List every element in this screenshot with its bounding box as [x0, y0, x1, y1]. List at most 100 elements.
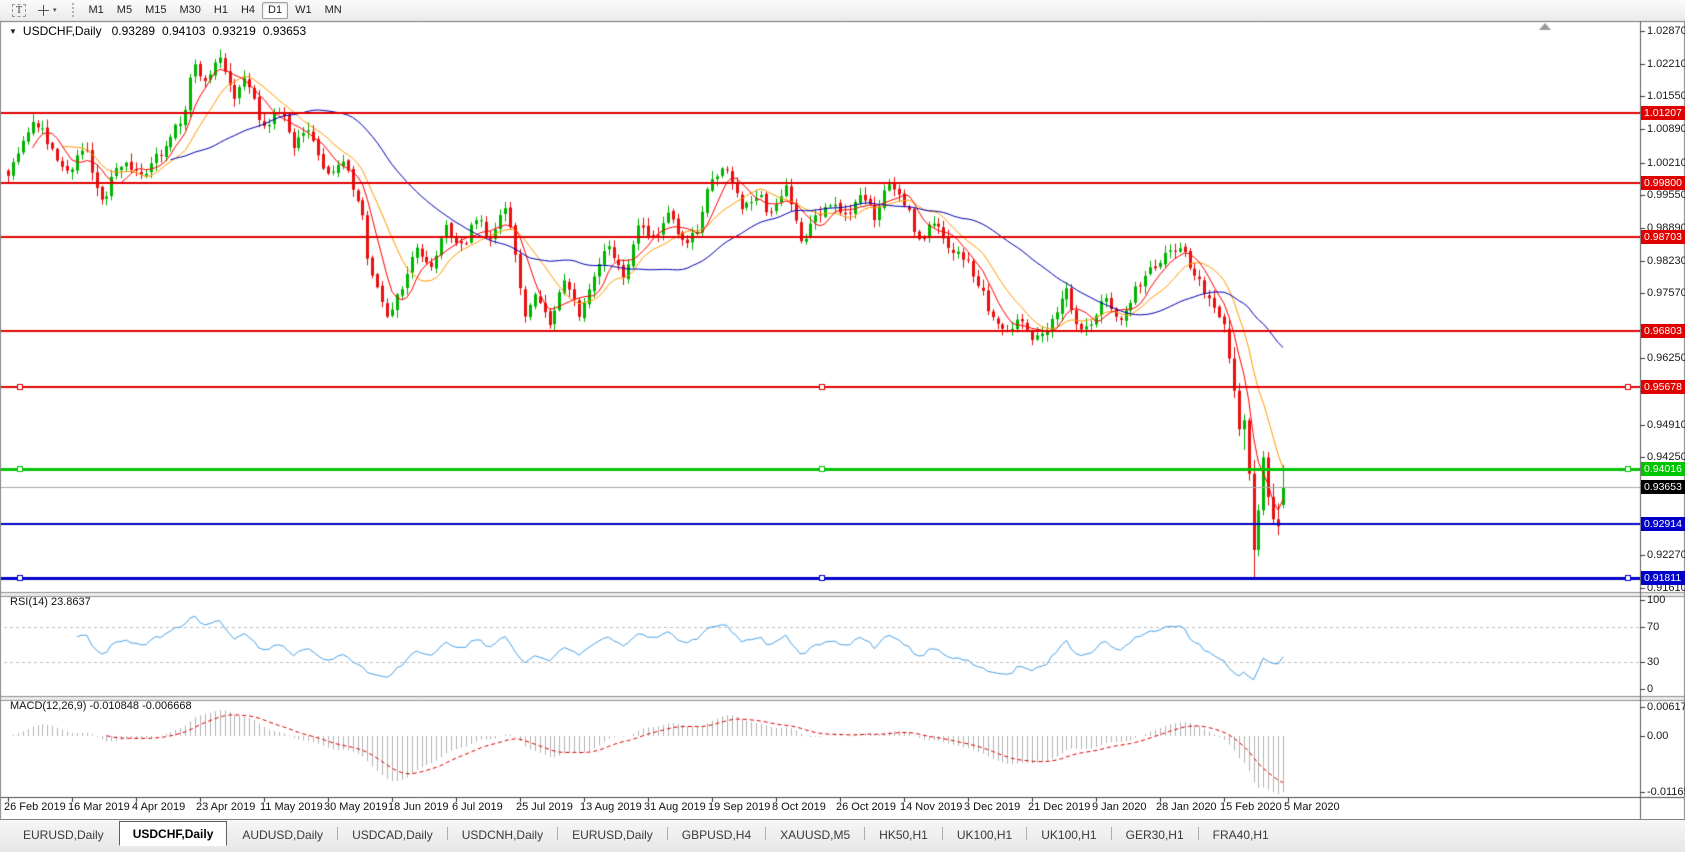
tab-separator — [1198, 827, 1199, 840]
price-tick-label: 0.92270 — [1647, 549, 1685, 561]
tab-separator — [447, 827, 448, 840]
price-tick-label: 1.02210 — [1647, 58, 1685, 70]
date-tick-label: 31 Aug 2019 — [644, 801, 706, 813]
cursor-tool-button[interactable]: ▾ — [32, 2, 63, 19]
text-tool-button[interactable]: T — [6, 2, 32, 19]
chart-tab-xauusd-m5[interactable]: XAUUSD,M5 — [767, 824, 863, 846]
collapse-arrow-icon[interactable]: ▼ — [9, 27, 17, 36]
timeframe-button-w1[interactable]: W1 — [289, 2, 318, 19]
timeframe-button-m15[interactable]: M15 — [139, 2, 172, 19]
top-toolbar: T ▾ M1M5M15M30H1H4D1W1MN — [0, 0, 1685, 20]
text-tool-icon: T — [12, 4, 26, 17]
chart-tab-eurusd-daily[interactable]: EURUSD,Daily — [559, 824, 666, 846]
chart-tab-usdcnh-daily[interactable]: USDCNH,Daily — [449, 824, 556, 846]
price-badge-0.91811: 0.91811 — [1641, 571, 1685, 585]
date-tick-label: 30 May 2019 — [324, 801, 388, 813]
date-tick-label: 4 Apr 2019 — [132, 801, 185, 813]
date-tick-label: 9 Jan 2020 — [1092, 801, 1146, 813]
tab-separator — [1111, 827, 1112, 840]
price-tick-label: 1.02870 — [1647, 25, 1685, 37]
rsi-label: RSI(14) 23.8637 — [10, 596, 91, 608]
ohlc-open-value: 0.93289 — [112, 24, 155, 38]
price-badge-0.96803: 0.96803 — [1641, 324, 1685, 338]
price-tick-label: 0.97570 — [1647, 287, 1685, 299]
rsi-tick-label: 100 — [1647, 594, 1665, 606]
rsi-tick-label: 0 — [1647, 683, 1653, 695]
timeframe-button-mn[interactable]: MN — [319, 2, 348, 19]
date-tick-label: 16 Mar 2019 — [68, 801, 130, 813]
date-tick-label: 26 Feb 2019 — [4, 801, 66, 813]
price-tick-label: 1.01550 — [1647, 90, 1685, 102]
chart-tab-bar: EURUSD,DailyUSDCHF,DailyAUDUSD,DailyUSDC… — [0, 819, 1685, 852]
toolbar-drag-handle[interactable] — [72, 3, 76, 17]
date-tick-label: 15 Feb 2020 — [1220, 801, 1282, 813]
timeframe-button-h4[interactable]: H4 — [235, 2, 261, 19]
date-tick-label: 5 Mar 2020 — [1284, 801, 1340, 813]
date-tick-label: 25 Jul 2019 — [516, 801, 573, 813]
date-tick-label: 26 Oct 2019 — [836, 801, 896, 813]
price-tick-label: 1.00210 — [1647, 157, 1685, 169]
date-tick-label: 19 Sep 2019 — [708, 801, 770, 813]
price-badge-1.01207: 1.01207 — [1641, 106, 1685, 120]
chart-tabs: EURUSD,DailyUSDCHF,DailyAUDUSD,DailyUSDC… — [0, 820, 1685, 846]
date-tick-label: 8 Oct 2019 — [772, 801, 826, 813]
price-badge-0.95678: 0.95678 — [1641, 380, 1685, 394]
rsi-tick-label: 70 — [1647, 621, 1659, 633]
date-tick-label: 3 Dec 2019 — [964, 801, 1020, 813]
price-chart-canvas[interactable] — [0, 0, 1685, 852]
timeframe-button-m30[interactable]: M30 — [173, 2, 206, 19]
timeframe-toolbar: M1M5M15M30H1H4D1W1MN — [83, 2, 348, 19]
crosshair-icon — [38, 5, 49, 16]
tab-separator — [942, 827, 943, 840]
chart-tab-gbpusd-h4[interactable]: GBPUSD,H4 — [669, 824, 764, 846]
date-tick-label: 18 Jun 2019 — [388, 801, 449, 813]
tab-separator — [337, 827, 338, 840]
chart-tab-audusd-daily[interactable]: AUDUSD,Daily — [229, 824, 336, 846]
date-tick-label: 13 Aug 2019 — [580, 801, 642, 813]
timeframe-button-m5[interactable]: M5 — [111, 2, 138, 19]
tab-separator — [1026, 827, 1027, 840]
chart-tab-hk50-h1[interactable]: HK50,H1 — [866, 824, 941, 846]
ohlc-low-value: 0.93219 — [212, 24, 255, 38]
chevron-down-icon: ▾ — [53, 6, 57, 14]
macd-tick-label: 0.006173 — [1647, 701, 1685, 713]
macd-tick-label: -0.011658 — [1647, 786, 1685, 798]
date-tick-label: 21 Dec 2019 — [1028, 801, 1090, 813]
chart-tab-uk100-h1[interactable]: UK100,H1 — [1028, 824, 1109, 846]
date-tick-label: 23 Apr 2019 — [196, 801, 255, 813]
price-badge-0.92914: 0.92914 — [1641, 517, 1685, 531]
price-badge-0.98703: 0.98703 — [1641, 230, 1685, 244]
tab-separator — [864, 827, 865, 840]
date-tick-label: 28 Jan 2020 — [1156, 801, 1217, 813]
chart-symbol-label: USDCHF,Daily — [23, 24, 102, 38]
price-badge-0.93653: 0.93653 — [1641, 480, 1685, 494]
price-badge-0.99800: 0.99800 — [1641, 176, 1685, 190]
date-tick-label: 14 Nov 2019 — [900, 801, 962, 813]
date-tick-label: 6 Jul 2019 — [452, 801, 503, 813]
date-tick-label: 11 May 2019 — [260, 801, 323, 813]
rsi-tick-label: 30 — [1647, 656, 1659, 668]
chart-tab-usdcad-daily[interactable]: USDCAD,Daily — [339, 824, 446, 846]
chart-tab-usdchf-daily[interactable]: USDCHF,Daily — [119, 821, 228, 846]
price-badge-0.94016: 0.94016 — [1641, 462, 1685, 476]
macd-tick-label: 0.00 — [1647, 730, 1668, 742]
price-tick-label: 0.96250 — [1647, 352, 1685, 364]
chart-tab-eurusd-daily[interactable]: EURUSD,Daily — [10, 824, 117, 846]
price-tick-label: 0.99550 — [1647, 189, 1685, 201]
timeframe-button-m1[interactable]: M1 — [83, 2, 110, 19]
tab-separator — [765, 827, 766, 840]
chart-tab-uk100-h1[interactable]: UK100,H1 — [944, 824, 1025, 846]
price-tick-label: 1.00890 — [1647, 123, 1685, 135]
ohlc-high-value: 0.94103 — [162, 24, 205, 38]
ohlc-close-value: 0.93653 — [263, 24, 306, 38]
chart-tab-fra40-h1[interactable]: FRA40,H1 — [1200, 824, 1282, 846]
timeframe-button-d1[interactable]: D1 — [262, 2, 288, 19]
chart-tab-ger30-h1[interactable]: GER30,H1 — [1113, 824, 1197, 846]
chart-caption: ▼ USDCHF,Daily 0.93289 0.94103 0.93219 0… — [9, 24, 313, 38]
price-tick-label: 0.98230 — [1647, 255, 1685, 267]
macd-label: MACD(12,26,9) -0.010848 -0.006668 — [10, 700, 192, 712]
tab-separator — [557, 827, 558, 840]
price-tick-label: 0.94910 — [1647, 419, 1685, 431]
tab-separator — [667, 827, 668, 840]
timeframe-button-h1[interactable]: H1 — [208, 2, 234, 19]
